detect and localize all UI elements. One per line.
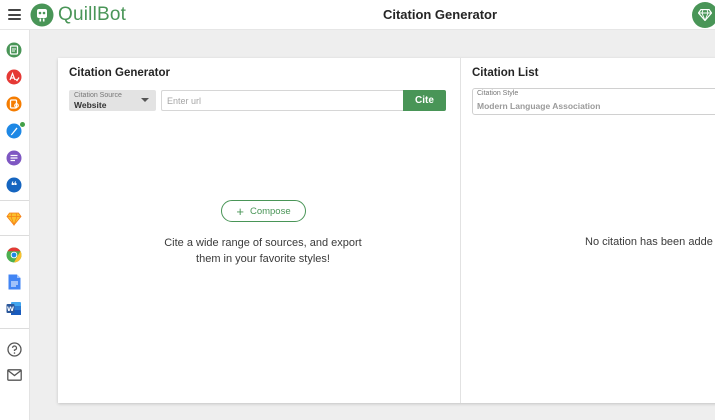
citation-list-heading: Citation List: [472, 67, 539, 79]
sidebar-divider: [0, 328, 29, 329]
panel-divider: [460, 58, 461, 403]
google-docs-icon: [8, 274, 20, 290]
chevron-down-icon: [141, 98, 149, 102]
word-icon: W: [6, 301, 21, 315]
url-input[interactable]: [161, 90, 404, 111]
no-citation-message: No citation has been adde: [585, 236, 713, 248]
top-bar: QuillBot Citation Generator: [0, 0, 715, 30]
citation-generator-heading: Citation Generator: [69, 67, 170, 79]
summarizer-icon: [6, 150, 22, 166]
sidebar-item-google-docs[interactable]: [5, 273, 23, 291]
premium-diamond-icon: [6, 212, 22, 226]
svg-text:❝: ❝: [11, 180, 17, 193]
empty-state-message: Cite a wide range of sources, and export…: [138, 235, 388, 267]
help-icon: [6, 341, 22, 357]
grammar-checker-icon: [6, 69, 22, 85]
mail-icon: [6, 369, 22, 381]
sidebar-item-contact[interactable]: [5, 366, 23, 384]
sidebar-item-premium[interactable]: [5, 210, 23, 228]
chrome-extension-icon: [6, 247, 22, 263]
citation-style-label: Citation Style: [477, 90, 519, 97]
citation-source-label: Citation Source: [74, 92, 122, 99]
plus-icon: +: [236, 203, 244, 219]
sidebar-item-help[interactable]: [5, 340, 23, 358]
citation-source-select[interactable]: Citation Source Website: [69, 90, 156, 111]
sidebar-divider: [0, 235, 29, 236]
empty-state-line: Cite a wide range of sources, and export: [164, 237, 362, 249]
sidebar-item-word[interactable]: W: [5, 299, 23, 317]
compose-label: Compose: [249, 205, 291, 217]
cite-button[interactable]: Cite: [403, 90, 446, 111]
sidebar-item-plagiarism-checker[interactable]: [5, 95, 23, 113]
sidebar: ❝ W: [0, 30, 30, 420]
sidebar-divider: [0, 200, 29, 201]
citation-style-select[interactable]: Citation Style Modern Language Associati…: [472, 88, 715, 115]
sidebar-item-citation-generator[interactable]: ❝: [5, 176, 23, 194]
empty-state-line: them in your favorite styles!: [196, 253, 330, 265]
citation-card: Citation Generator Citation Source Websi…: [58, 58, 715, 403]
sidebar-item-summarizer[interactable]: [5, 149, 23, 167]
page-title: Citation Generator: [382, 7, 498, 22]
premium-diamond-icon: [698, 9, 712, 21]
co-writer-icon: [6, 123, 22, 139]
sidebar-item-grammar-checker[interactable]: [5, 68, 23, 86]
citation-source-value: Website: [74, 100, 107, 110]
plagiarism-checker-icon: [6, 96, 22, 112]
compose-button[interactable]: + Compose: [221, 200, 306, 222]
citation-generator-icon: ❝: [6, 177, 22, 193]
sidebar-item-co-writer[interactable]: [5, 122, 23, 140]
svg-text:W: W: [7, 305, 14, 313]
paraphraser-icon: [6, 42, 22, 58]
sidebar-item-paraphraser[interactable]: [5, 41, 23, 59]
premium-button[interactable]: [692, 2, 715, 28]
sidebar-item-chrome-extension[interactable]: [5, 246, 23, 264]
citation-style-value: Modern Language Association: [477, 101, 601, 111]
